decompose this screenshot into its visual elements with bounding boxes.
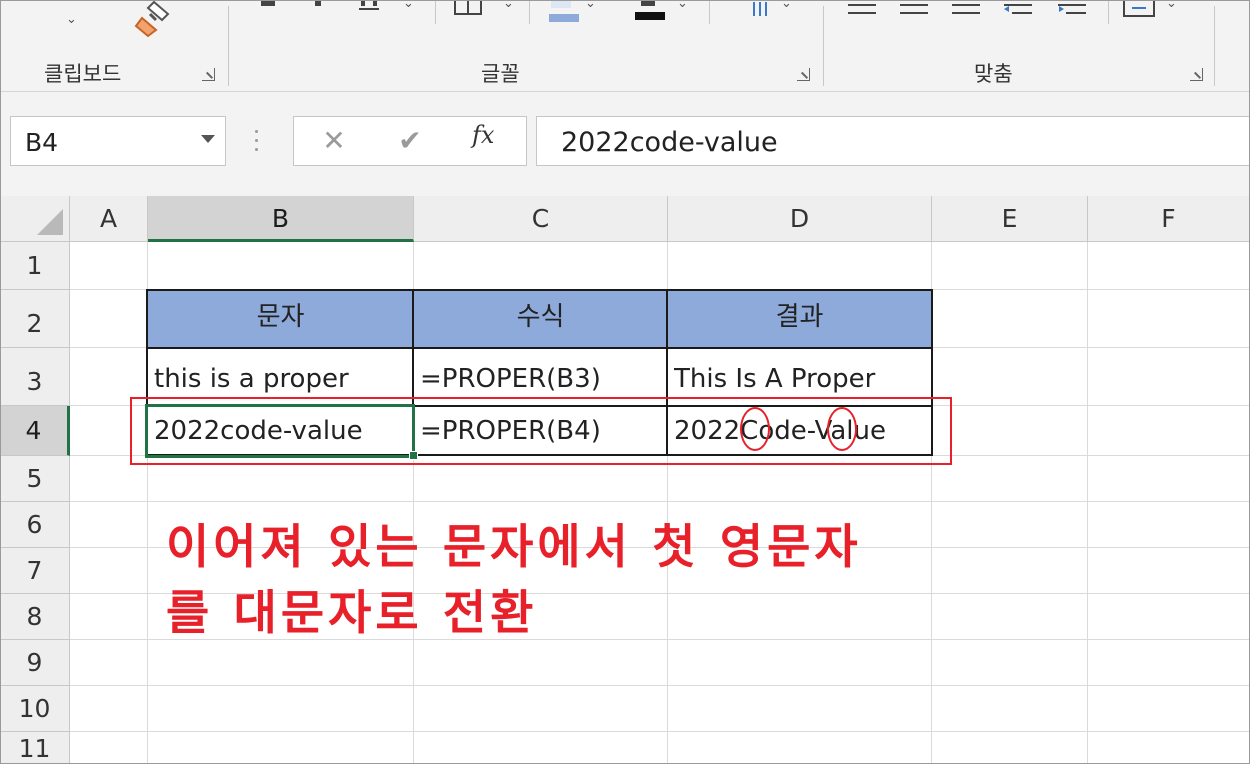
gridline [70, 731, 1250, 732]
ribbon-group-font: ⌄ ⌄ ⌄ ⌄ ⌄ 글꼴 [229, 0, 823, 92]
select-all-triangle-icon [37, 209, 63, 235]
worksheet-grid[interactable]: A B C D E F 1 2 3 4 5 6 7 8 9 10 11 문자 수… [0, 196, 1250, 764]
align-bottom-icon[interactable] [950, 0, 984, 22]
phonetic-dropdown-chevron-icon[interactable]: ⌄ [781, 0, 792, 11]
ribbon-separator [529, 0, 530, 24]
ribbon: ⌄ 클립보드 ⌄ ⌄ ⌄ ⌄ ⌄ 글꼴 ⌄ 맞춤 [0, 0, 1250, 92]
borders-dropdown-chevron-icon[interactable]: ⌄ [503, 0, 514, 11]
row-header-11[interactable]: 11 [0, 732, 70, 764]
merge-center-icon[interactable] [1122, 0, 1158, 20]
formula-bar-buttons: ✕ ✔ fx [293, 116, 527, 166]
font-color-icon[interactable] [631, 0, 671, 24]
highlight-circle [827, 407, 857, 451]
formula-bar-area: B4 ✕ ✔ fx 2022code-value [0, 92, 1250, 196]
merge-dropdown-chevron-icon[interactable]: ⌄ [1166, 0, 1177, 11]
name-box-dropdown-icon[interactable] [201, 135, 215, 143]
formula-bar-grip-icon[interactable] [255, 130, 259, 154]
table-border [146, 347, 933, 349]
phonetic-guide-icon[interactable] [749, 0, 773, 20]
row-header-2[interactable]: 2 [0, 290, 70, 348]
font-dialog-launcher-icon[interactable] [797, 68, 810, 81]
column-header-c[interactable]: C [414, 196, 668, 242]
column-header-d[interactable]: D [668, 196, 932, 242]
fill-color-dropdown-chevron-icon[interactable]: ⌄ [585, 0, 596, 11]
font-color-dropdown-chevron-icon[interactable]: ⌄ [677, 0, 688, 11]
borders-icon[interactable] [451, 0, 487, 16]
row-header-5[interactable]: 5 [0, 456, 70, 502]
cancel-icon[interactable]: ✕ [314, 123, 354, 159]
row-header-9[interactable]: 9 [0, 640, 70, 686]
align-top-icon[interactable] [846, 0, 880, 22]
ribbon-separator [1214, 6, 1215, 86]
group-label-clipboard: 클립보드 [44, 62, 122, 86]
alignment-dialog-launcher-icon[interactable] [1190, 68, 1203, 81]
align-middle-icon[interactable] [898, 0, 932, 22]
enter-icon[interactable]: ✔ [390, 123, 430, 159]
row-header-3[interactable]: 3 [0, 348, 70, 406]
underline-dropdown-chevron-icon[interactable]: ⌄ [403, 0, 414, 11]
italic-icon[interactable] [305, 0, 335, 14]
name-box-value: B4 [25, 128, 59, 157]
format-painter-icon[interactable] [132, 0, 174, 38]
formula-input[interactable]: 2022code-value [536, 116, 1250, 166]
row-header-8[interactable]: 8 [0, 594, 70, 640]
ribbon-group-clipboard: ⌄ 클립보드 [0, 0, 228, 92]
annotation-line-2: 를 대문자로 전환 [166, 586, 538, 641]
decrease-indent-icon[interactable] [1002, 0, 1036, 22]
fill-color-icon[interactable] [545, 0, 585, 24]
column-header-b[interactable]: B [148, 196, 414, 242]
ribbon-separator [1108, 0, 1109, 24]
column-header-e[interactable]: E [932, 196, 1088, 242]
row-header-4[interactable]: 4 [0, 406, 70, 456]
column-header-f[interactable]: F [1088, 196, 1250, 242]
group-label-font: 글꼴 [481, 62, 520, 86]
select-all-button[interactable] [0, 196, 70, 242]
bold-icon[interactable] [255, 0, 285, 14]
gridline [70, 501, 1250, 502]
ribbon-separator [709, 0, 710, 24]
underline-icon[interactable] [355, 0, 395, 14]
annotation-line-1: 이어져 있는 문자에서 첫 영문자 [166, 520, 862, 575]
row-header-1[interactable]: 1 [0, 242, 70, 290]
increase-indent-icon[interactable] [1056, 0, 1090, 22]
highlight-circle [740, 407, 770, 451]
paste-options-chevron-icon[interactable]: ⌄ [66, 12, 77, 27]
ribbon-separator [435, 0, 436, 24]
column-header-a[interactable]: A [70, 196, 148, 242]
clipboard-dialog-launcher-icon[interactable] [202, 68, 215, 81]
insert-function-icon[interactable]: fx [472, 121, 494, 149]
row-header-7[interactable]: 7 [0, 548, 70, 594]
row-header-6[interactable]: 6 [0, 502, 70, 548]
group-label-alignment: 맞춤 [974, 62, 1013, 86]
ribbon-group-alignment: ⌄ 맞춤 [824, 0, 1214, 92]
row-header-10[interactable]: 10 [0, 686, 70, 732]
gridline [70, 685, 1250, 686]
formula-input-value: 2022code-value [561, 127, 778, 158]
name-box[interactable]: B4 [10, 116, 226, 166]
